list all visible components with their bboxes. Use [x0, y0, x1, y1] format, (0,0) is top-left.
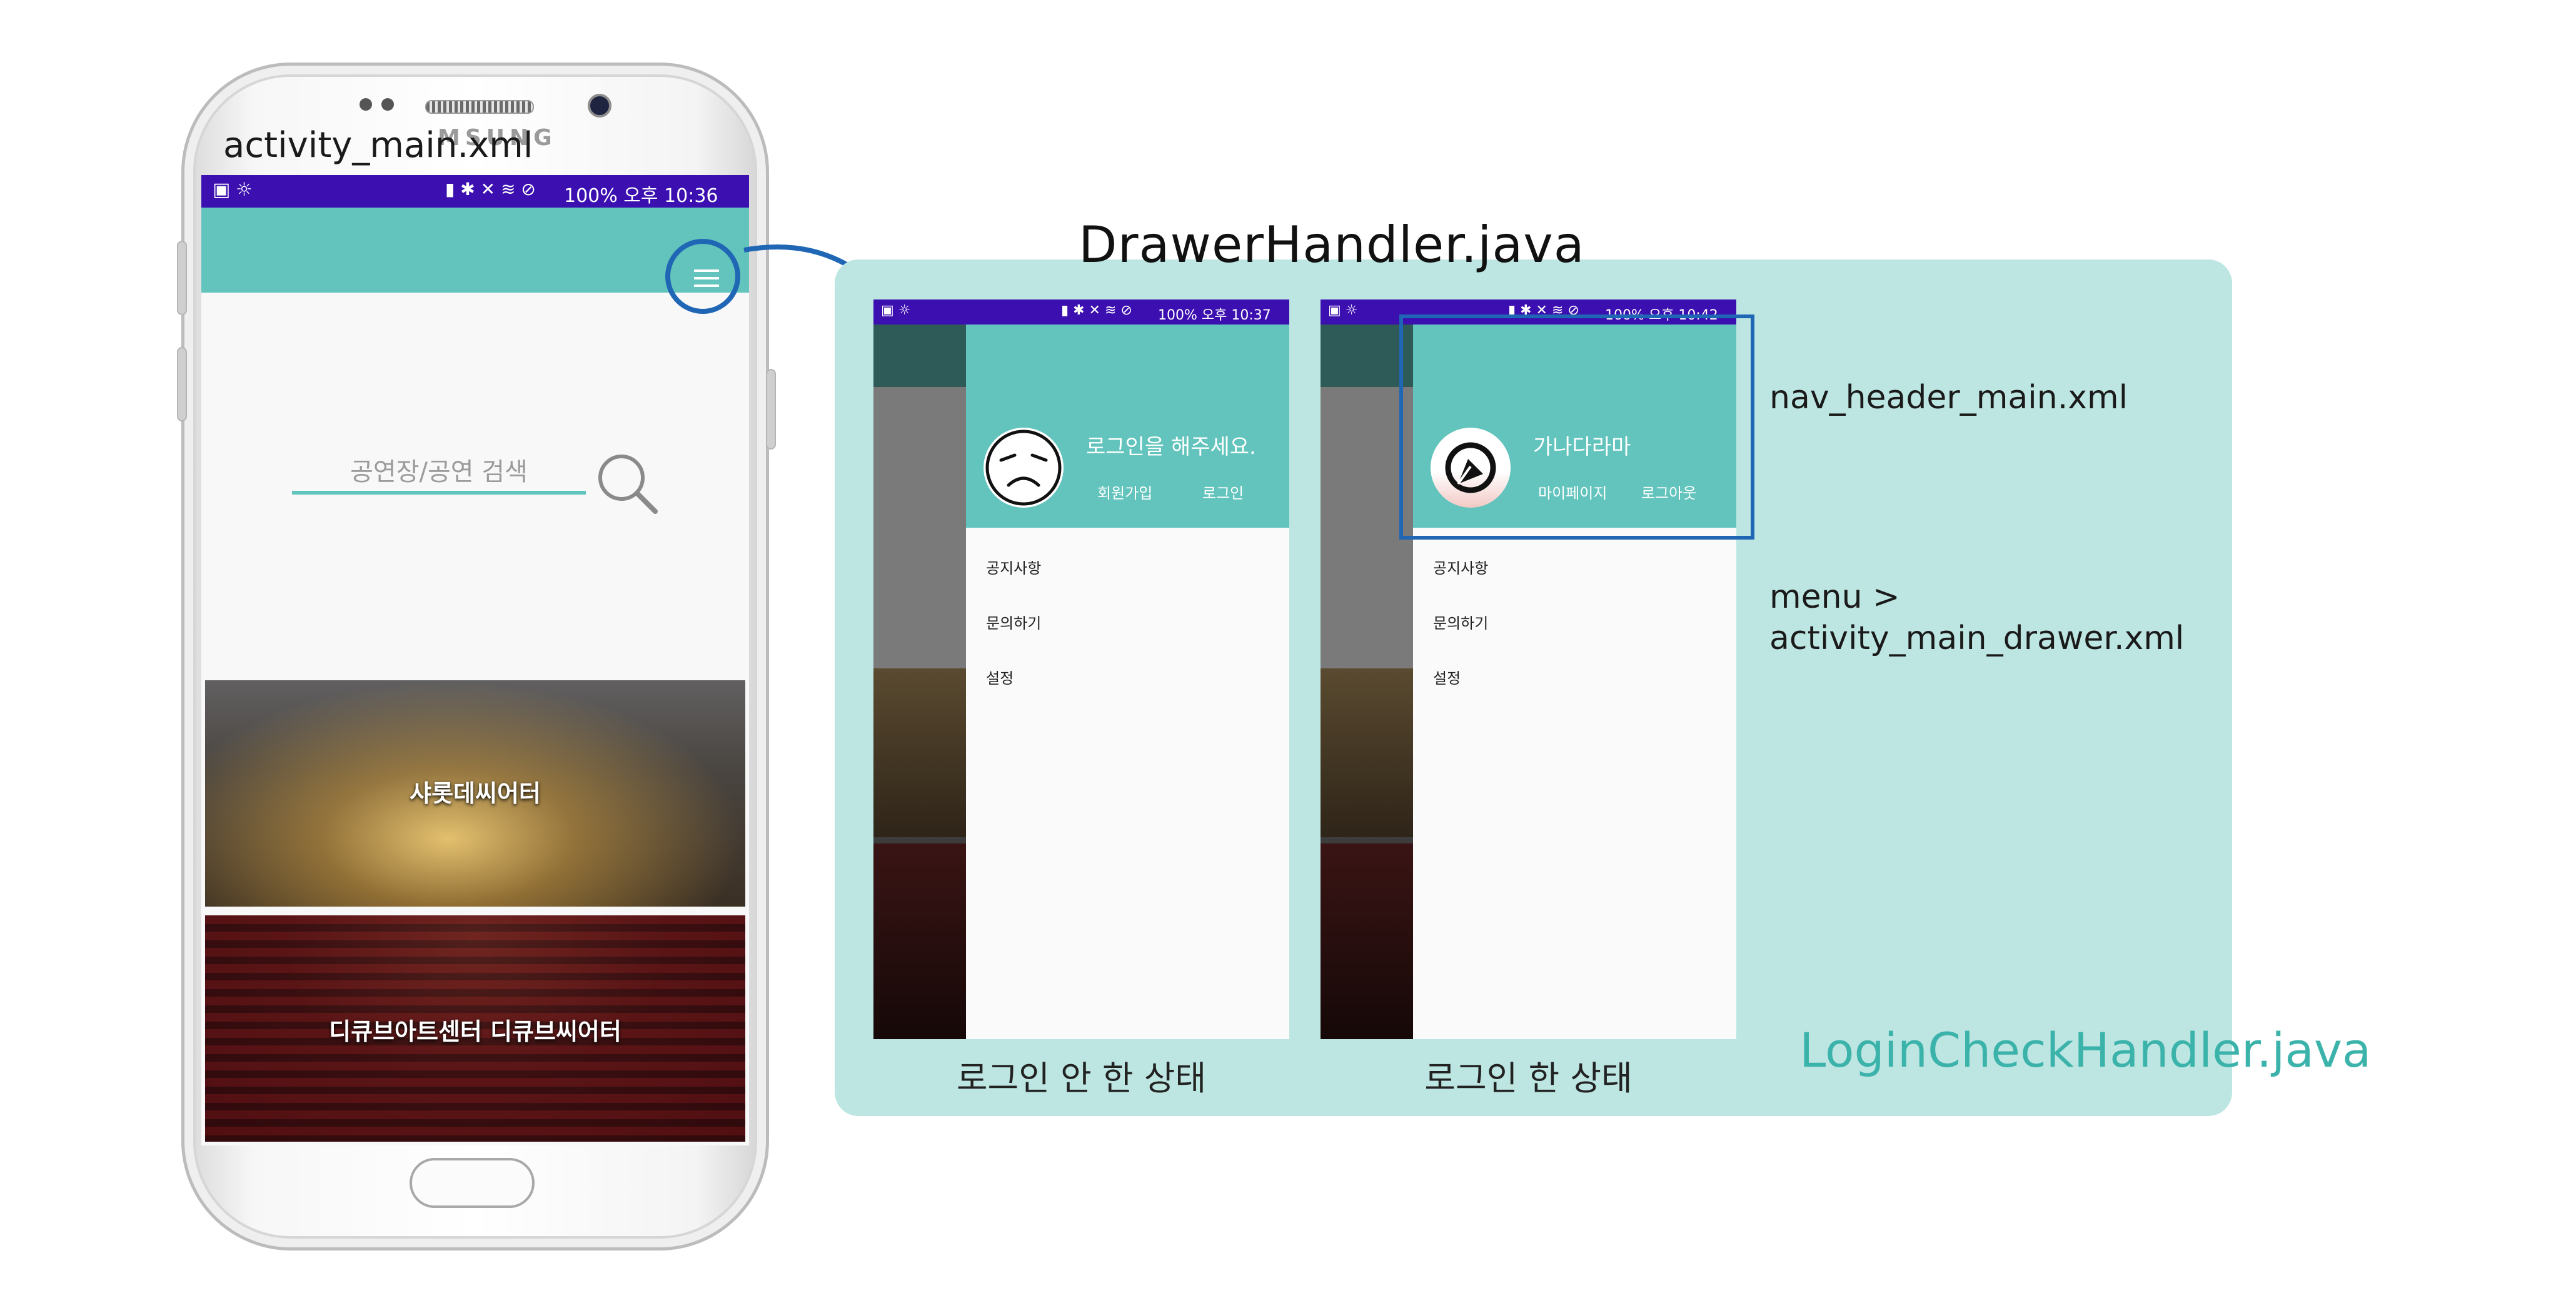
phone-home-button	[410, 1158, 535, 1208]
background-image	[1321, 668, 1413, 837]
gallery-icon: ▣ ☼	[881, 303, 911, 318]
phone-speaker	[425, 100, 534, 114]
nav-header-label: nav_header_main.xml	[1769, 379, 2128, 416]
menu-item-settings[interactable]: 설정	[1433, 666, 1461, 688]
login-check-handler-title: LoginCheckHandler.java	[1799, 1022, 2372, 1078]
search-input[interactable]	[292, 453, 586, 495]
nav-header-highlight-box	[1399, 314, 1754, 540]
menu-item-notice[interactable]: 공지사항	[986, 556, 1041, 578]
app-bar	[201, 208, 749, 314]
signup-link[interactable]: 회원가입	[1097, 481, 1152, 503]
weather-icon: ☼	[236, 179, 253, 201]
status-bar: ▣ ☼ ▮ ✱ ✕ ≋ ⊘ 100% 오후 10:36	[201, 175, 749, 208]
status-icons: ▮ ✱ ✕ ≋ ⊘	[1061, 303, 1132, 318]
search-icon[interactable]	[594, 450, 663, 519]
theater-name: 샤롯데씨어터	[410, 780, 541, 807]
theater-name: 디큐브아트센터 디큐브씨어터	[329, 1018, 621, 1045]
menu-item-settings[interactable]: 설정	[986, 666, 1014, 688]
status-icons: ▮ ✱ ✕ ≋ ⊘	[445, 179, 536, 199]
menu-label-line2: activity_main_drawer.xml	[1769, 620, 2185, 657]
background-image	[1321, 843, 1413, 1039]
drawer-handler-title: DrawerHandler.java	[1079, 216, 1585, 274]
hamburger-icon	[694, 269, 719, 292]
theater-card[interactable]: 디큐브아트센터 디큐브씨어터	[205, 915, 745, 1142]
phone-sensor	[381, 98, 394, 111]
login-link[interactable]: 로그인	[1202, 481, 1244, 503]
background-image	[873, 668, 966, 837]
activity-main-label: activity_main.xml	[223, 125, 533, 166]
background-image	[873, 843, 966, 1039]
gallery-icon: ▣	[213, 179, 231, 201]
background-app	[873, 387, 966, 668]
caption-logged-in: 로그인 한 상태	[1424, 1059, 1633, 1098]
status-bar: ▣ ☼ ▮ ✱ ✕ ≋ ⊘ 100% 오후 10:37	[873, 299, 1289, 325]
gallery-icon: ▣ ☼	[1328, 303, 1358, 318]
menu-button[interactable]	[665, 239, 740, 314]
screenshot-logged-out: ▣ ☼ ▮ ✱ ✕ ≋ ⊘ 100% 오후 10:37 로그인을 해주세요. 회…	[873, 299, 1289, 1039]
phone-front-camera	[588, 94, 611, 118]
menu-item-notice[interactable]: 공지사항	[1433, 556, 1488, 578]
menu-item-inquiry[interactable]: 문의하기	[986, 611, 1041, 633]
phone-side-button	[177, 241, 187, 315]
phone-side-button	[177, 347, 187, 421]
menu-label: menu > activity_main_drawer.xml	[1769, 576, 2184, 659]
navigation-drawer: 로그인을 해주세요. 회원가입 로그인 공지사항 문의하기 설정	[966, 325, 1289, 1039]
phone-sensor	[360, 98, 372, 111]
nav-header: 로그인을 해주세요. 회원가입 로그인	[966, 325, 1289, 528]
menu-label-line1: menu >	[1769, 578, 1900, 616]
menu-item-inquiry[interactable]: 문의하기	[1433, 611, 1488, 633]
sad-face-icon	[984, 428, 1064, 508]
caption-logged-out: 로그인 안 한 상태	[956, 1059, 1207, 1098]
status-text: 100% 오후 10:36	[564, 185, 718, 207]
background-app	[873, 325, 966, 387]
status-text: 100% 오후 10:37	[1158, 308, 1271, 323]
nav-header-title: 로그인을 해주세요.	[1086, 435, 1256, 460]
theater-card[interactable]: 샤롯데씨어터	[205, 680, 745, 907]
phone-screen: ▣ ☼ ▮ ✱ ✕ ≋ ⊘ 100% 오후 10:36 샤롯데씨어터 디큐브아트…	[201, 175, 749, 1145]
phone-power-button	[766, 369, 776, 450]
